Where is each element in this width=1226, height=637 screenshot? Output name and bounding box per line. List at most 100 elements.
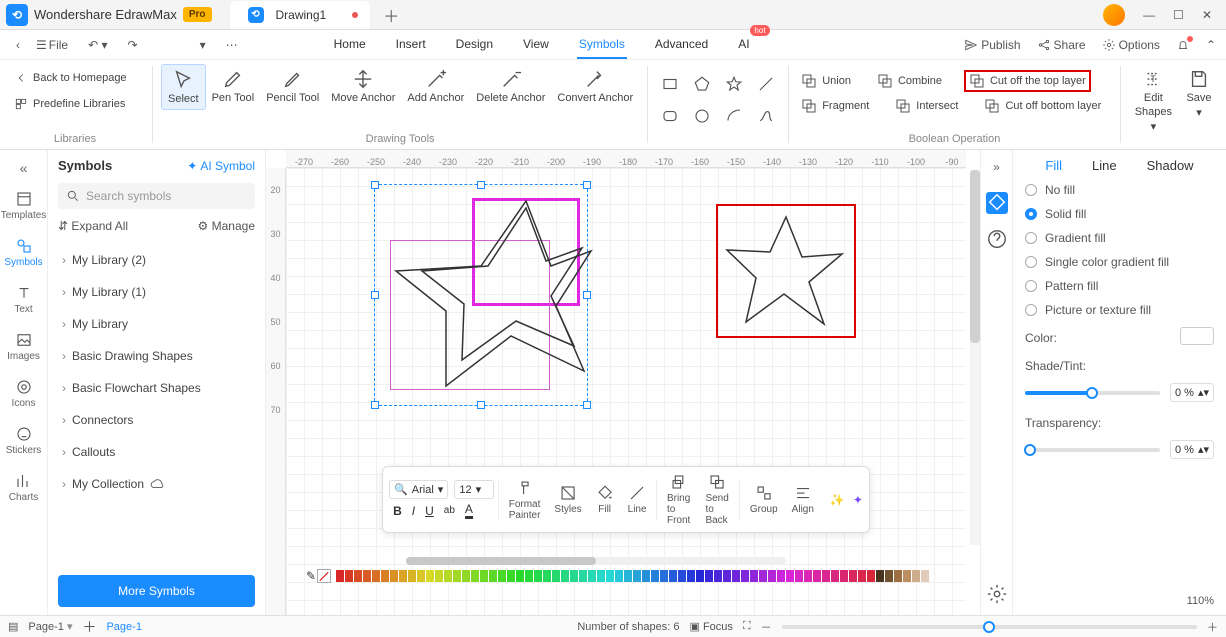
opt-pattern-fill[interactable]: Pattern fill xyxy=(1025,279,1214,293)
rail-stickers[interactable]: Stickers xyxy=(0,419,47,462)
cut-off-top-layer-button[interactable]: Cut off the top layer xyxy=(964,70,1091,92)
rp-tab-fill[interactable]: Fill xyxy=(1045,158,1062,173)
cut-off-bottom-layer-button[interactable]: Cut off bottom layer xyxy=(980,95,1105,117)
minimize-button[interactable]: ― xyxy=(1143,8,1155,22)
rail-images[interactable]: Images xyxy=(0,325,47,368)
send-back-button[interactable]: Send to Back xyxy=(699,471,735,528)
add-anchor-tool[interactable]: Add Anchor xyxy=(401,64,470,108)
undo-button[interactable]: ↶ ▾ xyxy=(82,35,113,55)
shade-value[interactable]: 0 % ▴▾ xyxy=(1170,383,1214,402)
tab-home[interactable]: Home xyxy=(332,31,368,59)
color-swatch[interactable] xyxy=(1180,327,1214,345)
collapse-leftrail[interactable]: « xyxy=(16,156,32,180)
tab-ai[interactable]: AI xyxy=(736,31,751,59)
move-anchor-tool[interactable]: Move Anchor xyxy=(325,64,401,108)
ai-sparkle-icon[interactable]: ✦ xyxy=(853,493,863,507)
settings-icon[interactable] xyxy=(986,583,1008,605)
delete-anchor-tool[interactable]: Delete Anchor xyxy=(470,64,551,108)
shade-slider[interactable] xyxy=(1025,391,1160,395)
more-symbols-button[interactable]: More Symbols xyxy=(58,575,255,607)
bring-front-button[interactable]: Bring to Front xyxy=(661,471,697,528)
ai-symbol-button[interactable]: ✦ AI Symbol xyxy=(187,159,255,173)
page-list-icon[interactable]: ▤ xyxy=(8,620,18,633)
star-right[interactable] xyxy=(724,212,848,330)
font-select[interactable]: 🔍 Arial ▾ xyxy=(389,480,448,499)
group-button[interactable]: Group xyxy=(744,482,784,517)
add-tab-button[interactable]: ＋ xyxy=(380,3,402,27)
options-button[interactable]: Options xyxy=(1102,38,1160,52)
maximize-button[interactable]: ☐ xyxy=(1173,8,1184,22)
open-icon[interactable] xyxy=(152,42,164,48)
fill-panel-icon[interactable] xyxy=(986,192,1008,214)
no-color-swatch[interactable] xyxy=(317,569,331,583)
expand-all-button[interactable]: ⇵ Expand All xyxy=(58,219,128,233)
back-homepage-button[interactable]: Back to Homepage xyxy=(10,68,131,88)
select-tool[interactable]: Select xyxy=(161,64,206,110)
bold-button[interactable]: B xyxy=(393,504,402,518)
tab-insert[interactable]: Insert xyxy=(394,31,428,59)
union-button[interactable]: Union xyxy=(797,70,855,92)
underline-button[interactable]: U xyxy=(425,504,434,518)
share-button[interactable]: Share xyxy=(1037,38,1086,52)
transparency-value[interactable]: 0 % ▴▾ xyxy=(1170,440,1214,459)
line-button[interactable]: Line xyxy=(622,482,653,517)
rp-tab-line[interactable]: Line xyxy=(1092,158,1117,173)
help-icon[interactable] xyxy=(986,228,1008,250)
more-icon[interactable]: ⋯ xyxy=(220,35,244,55)
color-palette[interactable]: ✎ xyxy=(306,567,952,585)
star-left[interactable] xyxy=(386,196,596,396)
edit-shapes-button[interactable]: TEditShapes ▾ xyxy=(1129,64,1178,137)
expand-rightrail[interactable]: » xyxy=(986,156,1008,178)
styles-button[interactable]: Styles xyxy=(548,482,587,517)
lib-item[interactable]: Basic Flowchart Shapes xyxy=(58,373,255,403)
predefine-libraries-button[interactable]: Predefine Libraries xyxy=(10,94,129,114)
zoom-in-icon[interactable]: ＋ xyxy=(1207,619,1218,635)
tab-view[interactable]: View xyxy=(521,31,551,59)
arc-shape[interactable] xyxy=(725,107,743,125)
save-button[interactable]: Save▾ xyxy=(1178,64,1220,123)
collapse-ribbon-icon[interactable]: ⌃ xyxy=(1206,38,1216,52)
tab-design[interactable]: Design xyxy=(454,31,495,59)
print-icon[interactable] xyxy=(172,42,184,48)
lib-item[interactable]: Basic Drawing Shapes xyxy=(58,341,255,371)
pen-tool[interactable]: Pen Tool xyxy=(206,64,261,108)
small-caps-button[interactable]: ab xyxy=(444,505,455,516)
page-selector[interactable]: Page-1 xyxy=(28,620,72,633)
format-painter-button[interactable]: Format Painter xyxy=(503,477,547,523)
intersect-button[interactable]: Intersect xyxy=(891,95,962,117)
fit-page-icon[interactable]: ⛶ xyxy=(743,620,751,633)
line-shape[interactable] xyxy=(757,75,775,93)
opt-solid-fill[interactable]: Solid fill xyxy=(1025,207,1214,221)
convert-anchor-tool[interactable]: Convert Anchor xyxy=(551,64,639,108)
avatar[interactable] xyxy=(1103,4,1125,26)
tab-advanced[interactable]: Advanced xyxy=(653,31,710,59)
focus-button[interactable]: ▣ Focus xyxy=(689,620,732,633)
font-size-select[interactable]: 12 ▾ xyxy=(454,480,494,499)
combine-button[interactable]: Combine xyxy=(873,70,946,92)
search-symbols-input[interactable]: Search symbols xyxy=(58,183,255,209)
transparency-slider[interactable] xyxy=(1025,448,1160,452)
pencil-tool[interactable]: Pencil Tool xyxy=(260,64,325,108)
lib-item[interactable]: My Library xyxy=(58,309,255,339)
fill-button[interactable]: Fill xyxy=(590,482,620,517)
magic-icon[interactable]: ✨ xyxy=(830,493,845,507)
opt-single-gradient[interactable]: Single color gradient fill xyxy=(1025,255,1214,269)
manage-button[interactable]: ⚙ Manage xyxy=(198,219,255,233)
publish-button[interactable]: Publish xyxy=(964,38,1020,52)
italic-button[interactable]: I xyxy=(412,504,415,518)
curve-shape[interactable] xyxy=(757,107,775,125)
rail-charts[interactable]: Charts xyxy=(0,466,47,509)
lib-item[interactable]: Callouts xyxy=(58,437,255,467)
add-page-button[interactable]: ＋ xyxy=(82,617,96,637)
font-color-button[interactable]: A xyxy=(465,502,473,519)
rp-tab-shadow[interactable]: Shadow xyxy=(1147,158,1194,173)
notifications-icon[interactable] xyxy=(1176,38,1190,52)
file-menu[interactable]: ☰ File xyxy=(30,35,74,55)
circle-shape[interactable] xyxy=(693,107,711,125)
rail-templates[interactable]: Templates xyxy=(0,184,47,227)
opt-gradient-fill[interactable]: Gradient fill xyxy=(1025,231,1214,245)
pentagon-shape[interactable] xyxy=(693,75,711,93)
opt-texture-fill[interactable]: Picture or texture fill xyxy=(1025,303,1214,317)
rail-symbols[interactable]: Symbols xyxy=(0,231,47,274)
lib-item[interactable]: My Library (2) xyxy=(58,245,255,275)
